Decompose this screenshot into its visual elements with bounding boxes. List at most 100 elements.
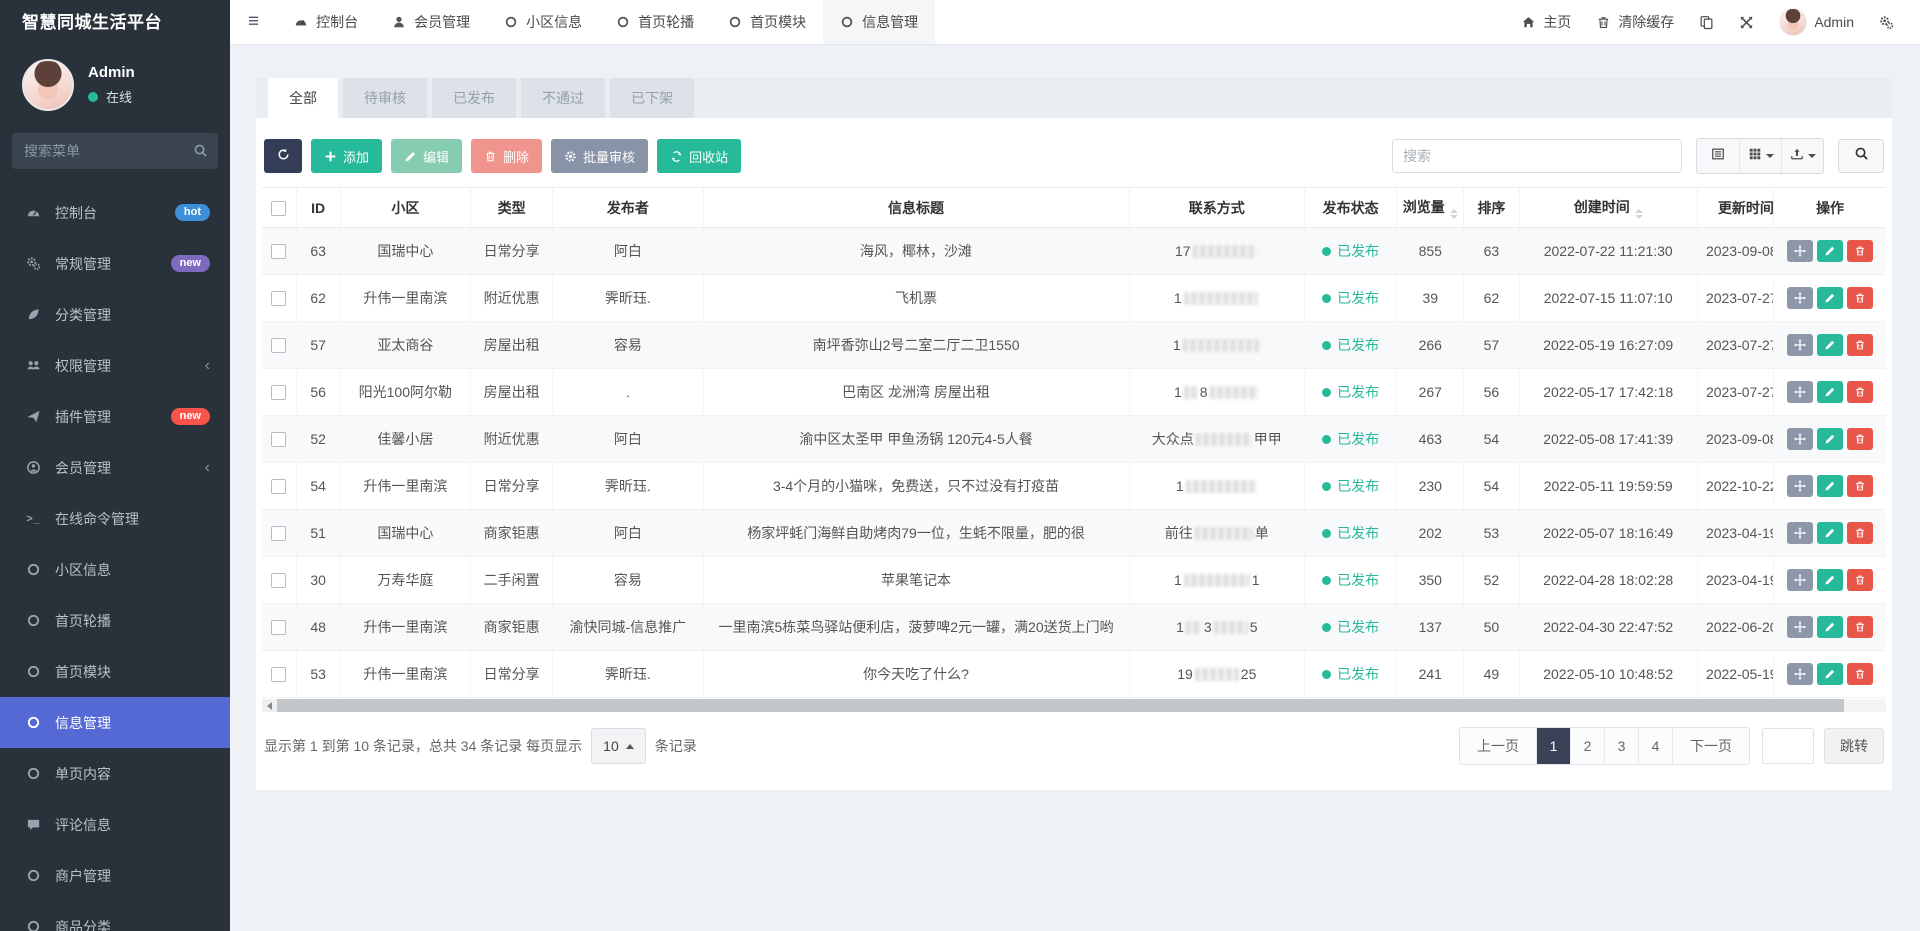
select-all-checkbox[interactable] xyxy=(271,201,286,216)
delete-button[interactable] xyxy=(1847,381,1873,403)
move-button[interactable] xyxy=(1787,569,1813,591)
sidebar-item-6[interactable]: >_在线命令管理 xyxy=(0,493,230,544)
fullscreen-button[interactable] xyxy=(1739,15,1754,30)
edit-button[interactable] xyxy=(1817,616,1843,638)
sidebar-item-14[interactable]: 商品分类 xyxy=(0,901,230,931)
delete-button[interactable] xyxy=(1847,287,1873,309)
delete-button[interactable] xyxy=(1847,663,1873,685)
page-button-3[interactable]: 3 xyxy=(1604,728,1638,764)
delete-button[interactable] xyxy=(1847,240,1873,262)
top-nav-item-4[interactable]: 首页模块 xyxy=(711,0,823,44)
jump-button[interactable]: 跳转 xyxy=(1824,728,1884,764)
edit-button[interactable] xyxy=(1817,287,1843,309)
detail-view-button[interactable] xyxy=(1697,139,1739,173)
sidebar-item-3[interactable]: 权限管理‹ xyxy=(0,340,230,391)
tab-3[interactable]: 不通过 xyxy=(521,78,605,118)
delete-button[interactable] xyxy=(1847,569,1873,591)
sidebar-search-input[interactable] xyxy=(12,133,218,169)
row-checkbox[interactable] xyxy=(271,291,286,306)
tab-0[interactable]: 全部 xyxy=(268,78,338,118)
tab-2[interactable]: 已发布 xyxy=(432,78,516,118)
row-checkbox[interactable] xyxy=(271,620,286,635)
search-button[interactable] xyxy=(1838,139,1884,173)
delete-button[interactable] xyxy=(1847,334,1873,356)
top-nav-item-3[interactable]: 首页轮播 xyxy=(599,0,711,44)
edit-button[interactable] xyxy=(1817,663,1843,685)
page-button-2[interactable]: 2 xyxy=(1570,728,1604,764)
top-nav-item-1[interactable]: 会员管理 xyxy=(375,0,487,44)
edit-button[interactable] xyxy=(1817,334,1843,356)
sidebar-item-4[interactable]: 插件管理new xyxy=(0,391,230,442)
sidebar-item-8[interactable]: 首页轮播 xyxy=(0,595,230,646)
move-button[interactable] xyxy=(1787,381,1813,403)
clone-pages-button[interactable] xyxy=(1699,15,1714,30)
row-checkbox[interactable] xyxy=(271,667,286,682)
move-button[interactable] xyxy=(1787,616,1813,638)
row-checkbox[interactable] xyxy=(271,244,286,259)
edit-button[interactable] xyxy=(1817,381,1843,403)
delete-button[interactable] xyxy=(1847,475,1873,497)
page-size-select[interactable]: 10 xyxy=(591,728,646,764)
horizontal-scrollbar[interactable] xyxy=(262,699,1886,712)
row-checkbox[interactable] xyxy=(271,526,286,541)
添加-button[interactable]: 添加 xyxy=(311,139,382,173)
refresh-button[interactable] xyxy=(264,139,302,173)
user-menu[interactable]: Admin xyxy=(1779,8,1854,36)
row-checkbox[interactable] xyxy=(271,479,286,494)
edit-button[interactable] xyxy=(1817,428,1843,450)
column-header-10[interactable]: 创建时间 xyxy=(1519,188,1697,228)
prev-page-button[interactable]: 上一页 xyxy=(1460,728,1536,764)
settings-button[interactable] xyxy=(1879,15,1894,30)
move-button[interactable] xyxy=(1787,663,1813,685)
scrollbar-thumb[interactable] xyxy=(277,699,1844,712)
menu-toggle-icon[interactable]: ≡ xyxy=(230,11,277,33)
top-nav-item-5[interactable]: 信息管理 xyxy=(823,0,935,44)
page-button-4[interactable]: 4 xyxy=(1638,728,1672,764)
批量审核-button[interactable]: 批量审核 xyxy=(551,139,648,173)
sidebar-item-5[interactable]: 会员管理‹ xyxy=(0,442,230,493)
sidebar-item-9[interactable]: 首页模块 xyxy=(0,646,230,697)
edit-button[interactable] xyxy=(1817,569,1843,591)
move-button[interactable] xyxy=(1787,428,1813,450)
delete-button[interactable] xyxy=(1847,616,1873,638)
delete-button[interactable] xyxy=(1847,428,1873,450)
move-button[interactable] xyxy=(1787,240,1813,262)
sidebar-item-7[interactable]: 小区信息 xyxy=(0,544,230,595)
编辑-button[interactable]: 编辑 xyxy=(391,139,462,173)
page-button-1[interactable]: 1 xyxy=(1536,728,1570,764)
select-all-header[interactable] xyxy=(262,188,296,228)
sidebar-item-10[interactable]: 信息管理 xyxy=(0,697,230,748)
move-button[interactable] xyxy=(1787,334,1813,356)
scroll-left-icon[interactable] xyxy=(262,699,277,712)
column-header-8[interactable]: 浏览量 xyxy=(1397,188,1464,228)
sidebar-item-11[interactable]: 单页内容 xyxy=(0,748,230,799)
sidebar-item-2[interactable]: 分类管理 xyxy=(0,289,230,340)
edit-button[interactable] xyxy=(1817,475,1843,497)
tab-4[interactable]: 已下架 xyxy=(610,78,694,118)
edit-button[interactable] xyxy=(1817,522,1843,544)
row-checkbox[interactable] xyxy=(271,432,286,447)
sidebar-item-13[interactable]: 商户管理 xyxy=(0,850,230,901)
move-button[interactable] xyxy=(1787,475,1813,497)
删除-button[interactable]: 删除 xyxy=(471,139,542,173)
row-checkbox[interactable] xyxy=(271,573,286,588)
sidebar-item-1[interactable]: 常规管理new xyxy=(0,238,230,289)
回收站-button[interactable]: 回收站 xyxy=(657,139,741,173)
table-search-input[interactable] xyxy=(1392,139,1682,173)
home-link[interactable]: 主页 xyxy=(1521,12,1571,32)
export-button[interactable] xyxy=(1781,139,1823,173)
edit-button[interactable] xyxy=(1817,240,1843,262)
jump-page-input[interactable] xyxy=(1762,728,1814,764)
move-button[interactable] xyxy=(1787,522,1813,544)
sidebar-item-0[interactable]: 控制台hot xyxy=(0,187,230,238)
delete-button[interactable] xyxy=(1847,522,1873,544)
top-nav-item-0[interactable]: 控制台 xyxy=(277,0,375,44)
next-page-button[interactable]: 下一页 xyxy=(1672,728,1749,764)
clear-cache-button[interactable]: 清除缓存 xyxy=(1596,12,1674,32)
row-checkbox[interactable] xyxy=(271,338,286,353)
row-checkbox[interactable] xyxy=(271,385,286,400)
columns-button[interactable] xyxy=(1739,139,1781,173)
tab-1[interactable]: 待审核 xyxy=(343,78,427,118)
move-button[interactable] xyxy=(1787,287,1813,309)
sidebar-item-12[interactable]: 评论信息 xyxy=(0,799,230,850)
